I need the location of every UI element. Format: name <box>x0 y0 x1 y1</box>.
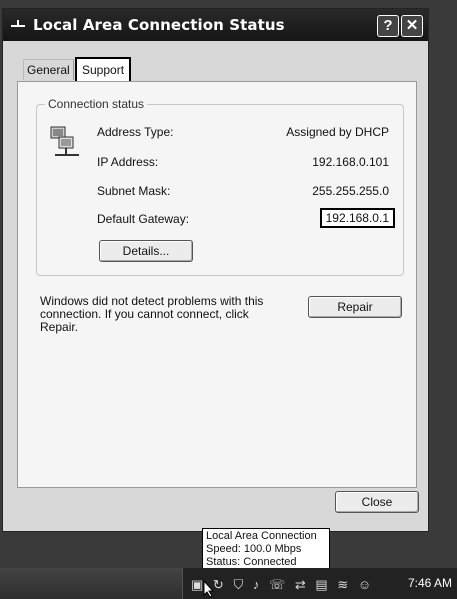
clock[interactable]: 7:46 AM <box>408 576 452 590</box>
details-button[interactable]: Details... <box>99 240 193 262</box>
tab-support[interactable]: Support <box>75 57 132 83</box>
connection-status-group: Connection status Address Type: Assigned… <box>36 97 404 276</box>
phone-icon[interactable]: ☏ <box>269 577 288 592</box>
tooltip-line-speed: Speed: 100.0 Mbps <box>206 543 302 555</box>
group-label: Connection status <box>45 97 148 111</box>
tooltip-line-name: Local Area Connection <box>206 530 317 542</box>
ip-address-value: 192.168.0.101 <box>312 155 389 169</box>
connection-icon[interactable]: ⇄ <box>295 577 309 592</box>
tray-icons: ▣ ↻ ⛉ ♪ ☏ ⇄ ▤ ≋ ☺ <box>191 577 374 593</box>
address-type-label: Address Type: <box>97 125 174 139</box>
taskbar: ▣ ↻ ⛉ ♪ ☏ ⇄ ▤ ≋ ☺ 7:46 AM <box>0 568 457 599</box>
subnet-mask-value: 255.255.255.0 <box>312 184 389 198</box>
subnet-mask-label: Subnet Mask: <box>97 184 171 198</box>
shield-icon[interactable]: ⛉ <box>233 577 246 592</box>
refresh-icon[interactable]: ↻ <box>213 577 227 592</box>
status-window: Local Area Connection Status ? ✕ General… <box>2 8 429 532</box>
network-connection-icon <box>11 20 25 27</box>
volume-icon[interactable]: ♪ <box>253 577 263 592</box>
ip-address-label: IP Address: <box>97 155 159 169</box>
title-close-button[interactable]: ✕ <box>401 15 423 37</box>
connection-tooltip: Local Area Connection Speed: 100.0 Mbps … <box>202 528 330 572</box>
printer-icon[interactable]: ▤ <box>315 577 330 592</box>
help-button[interactable]: ? <box>377 15 399 37</box>
repair-button[interactable]: Repair <box>308 296 402 318</box>
default-gateway-label: Default Gateway: <box>97 212 190 226</box>
address-type-value: Assigned by DHCP <box>286 125 389 139</box>
messenger-icon[interactable]: ☺ <box>358 577 374 592</box>
close-button[interactable]: Close <box>335 491 419 513</box>
diagnosis-message: Windows did not detect problems with thi… <box>40 294 264 334</box>
default-gateway-value: 192.168.0.1 <box>319 208 395 228</box>
system-tray: ▣ ↻ ⛉ ♪ ☏ ⇄ ▤ ≋ ☺ 7:46 AM <box>182 568 457 599</box>
wireless-icon[interactable]: ≋ <box>337 577 351 592</box>
tab-panel: Connection status Address Type: Assigned… <box>17 81 417 488</box>
window-title: Local Area Connection Status <box>33 16 285 34</box>
tab-general[interactable]: General <box>23 59 74 80</box>
mouse-cursor-icon <box>203 580 215 598</box>
title-bar[interactable]: Local Area Connection Status ? ✕ <box>3 9 428 41</box>
network-computers-icon <box>50 126 79 156</box>
